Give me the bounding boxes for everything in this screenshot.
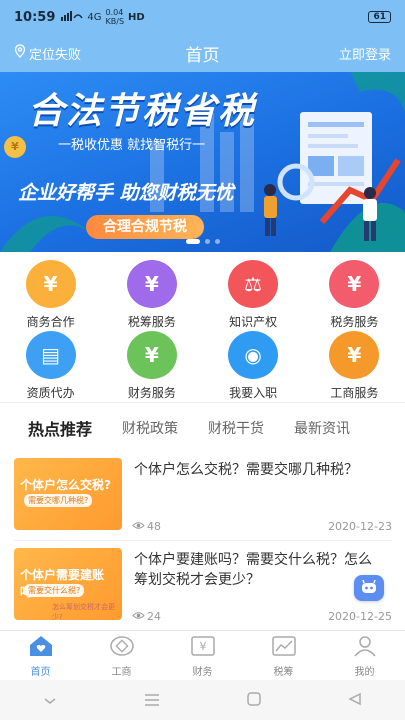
bottom-tab-bar: 首页 工商 ¥ 财务 税筹 我的 [0, 630, 405, 680]
tab-home[interactable]: 首页 [0, 631, 81, 680]
service-label: 税筹服务 [127, 315, 176, 329]
tab-policy[interactable]: 财税政策 [122, 418, 178, 438]
tab-label: 工商 [111, 667, 132, 678]
battery-indicator: 61 [368, 11, 391, 23]
svg-text:¥: ¥ [199, 640, 206, 653]
thumb-title: 个体户怎么交税? [20, 478, 111, 492]
service-label: 资质代办 [26, 386, 75, 400]
service-item[interactable]: ¥ 商务合作 [0, 260, 101, 330]
hd-label: HD [128, 11, 145, 23]
business-icon [109, 635, 135, 661]
banner-pill: 合理合规节税 [86, 215, 204, 239]
tab-label: 我的 [354, 667, 375, 678]
banner-subtitle: 一税收优惠 就找智税行一 [58, 138, 206, 153]
tab-label: 首页 [30, 667, 51, 678]
chevron-down-icon[interactable] [43, 691, 57, 710]
thumb-subtitle: 需要交什么税? [24, 584, 85, 597]
net-speed-unit: KB/S [105, 17, 125, 26]
service-label: 工商服务 [330, 386, 379, 400]
tab-latest[interactable]: 最新资讯 [294, 418, 350, 438]
card-yuan-icon: ▤ [25, 331, 76, 379]
location-button[interactable]: 定位失败 [14, 44, 81, 63]
divider [14, 540, 392, 541]
service-item[interactable]: ¥ 工商服务 [304, 331, 405, 401]
network-indicator: 4G 0.04 KB/S HD [61, 8, 145, 26]
article-thumbnail: 个体户需要建账吗? 需要交什么税? 怎么筹划交税才会更少? [14, 548, 122, 620]
article-thumbnail: 个体户怎么交税? 需要交哪几种税? [14, 458, 122, 530]
tab-label: 税筹 [273, 667, 294, 678]
tab-tax-planning[interactable]: 税筹 [243, 631, 324, 680]
banner-slogan: 企业好帮手 助您财税无忧 [18, 182, 234, 204]
news-tabs: 热点推荐 财税政策 财税干货 最新资讯 [0, 402, 405, 452]
thumb-subtitle: 需要交哪几种税? [24, 494, 93, 507]
net-speed-value: 0.04 [105, 8, 124, 17]
service-label: 我要入职 [229, 386, 278, 400]
top-nav-bar: 定位失败 首页 立即登录 [0, 34, 405, 72]
article-item[interactable]: 个体户怎么交税? 需要交哪几种税? 个体户怎么交税？需要交哪几种税？ 48 20… [14, 458, 392, 538]
thumb-note: 怎么筹划交税才会更少? [52, 603, 115, 620]
robot-icon [360, 579, 378, 598]
views-count: 48 [147, 520, 161, 533]
service-item[interactable]: ¥ 税务服务 [304, 260, 405, 330]
service-label: 税务服务 [330, 315, 379, 329]
service-item[interactable]: ◉ 我要入职 [203, 331, 304, 401]
tab-label: 财务 [192, 667, 213, 678]
back-icon[interactable] [347, 691, 362, 710]
piggy-bank-icon: ¥ [329, 260, 380, 308]
article-date: 2020-12-25 [328, 610, 392, 623]
system-nav-bar [0, 680, 405, 720]
service-item[interactable]: ¥ 财务服务 [101, 331, 202, 401]
coin-icon: ¥ [4, 136, 26, 158]
chat-bot-button[interactable] [354, 575, 384, 601]
article-item[interactable]: 个体户需要建账吗? 需要交什么税? 怎么筹划交税才会更少? 个体户要建账吗？需要… [14, 548, 392, 628]
signal-label: 4G [87, 11, 102, 23]
tab-knowhow[interactable]: 财税干货 [208, 418, 264, 438]
login-button[interactable]: 立即登录 [339, 44, 391, 63]
home-icon [28, 635, 54, 661]
tax-chart-icon [271, 635, 297, 661]
article-views: 24 [132, 610, 161, 623]
status-time: 10:59 [14, 9, 56, 25]
service-item[interactable]: ⚖ 知识产权 [203, 260, 304, 330]
home-square-icon[interactable] [247, 691, 261, 710]
carousel-dot[interactable] [186, 239, 200, 244]
service-label: 知识产权 [229, 315, 278, 329]
carousel-dots [186, 239, 220, 244]
service-label: 财务服务 [127, 386, 176, 400]
cloud-yuan-icon: ¥ [126, 260, 177, 308]
carousel-dot[interactable] [205, 239, 210, 244]
signal-icon [61, 10, 84, 24]
gavel-icon: ⚖ [228, 260, 279, 308]
eye-icon [132, 610, 145, 623]
banner-title: 合法节税省税 [28, 91, 257, 132]
article-date: 2020-12-23 [328, 520, 392, 533]
article-title: 个体户怎么交税？需要交哪几种税？ [134, 462, 358, 478]
article-list: 个体户怎么交税? 需要交哪几种税? 个体户怎么交税？需要交哪几种税？ 48 20… [0, 452, 405, 630]
tab-finance[interactable]: ¥ 财务 [162, 631, 243, 680]
profile-icon [352, 635, 378, 661]
coin-hand-icon: ¥ [126, 331, 177, 379]
finance-icon: ¥ [190, 635, 216, 661]
location-pin-icon [14, 44, 26, 62]
service-label: 商务合作 [26, 315, 75, 329]
tab-profile[interactable]: 我的 [324, 631, 405, 680]
eye-icon [132, 520, 145, 533]
views-count: 24 [147, 610, 161, 623]
service-grid: ¥ 商务合作 ¥ 税筹服务 ⚖ 知识产权 ¥ 税务服务 ▤ 资质代办 ¥ 财务服务 ◉ 我要入职 ¥ 工商服务 [0, 252, 405, 402]
location-label: 定位失败 [29, 47, 82, 63]
promo-banner[interactable]: ¥ 合法节税省税 一税收优惠 就找智税行一 企业好帮手 助您财税无忧 合理合规节… [0, 72, 405, 252]
article-title: 个体户要建账吗？需要交什么税？怎么筹划交税才会更少？ [134, 552, 372, 588]
handshake-icon: ¥ [25, 260, 76, 308]
menu-icon[interactable] [144, 691, 160, 710]
coin-badge-icon: ◉ [228, 331, 279, 379]
bank-building-icon: ¥ [329, 331, 380, 379]
tab-hot[interactable]: 热点推荐 [28, 416, 92, 440]
article-views: 48 [132, 520, 161, 533]
tab-business[interactable]: 工商 [81, 631, 162, 680]
status-bar: 10:59 4G 0.04 KB/S HD 61 [0, 0, 405, 34]
service-item[interactable]: ¥ 税筹服务 [101, 260, 202, 330]
service-item[interactable]: ▤ 资质代办 [0, 331, 101, 401]
net-speed: 0.04 KB/S [106, 8, 125, 26]
carousel-dot[interactable] [215, 239, 220, 244]
